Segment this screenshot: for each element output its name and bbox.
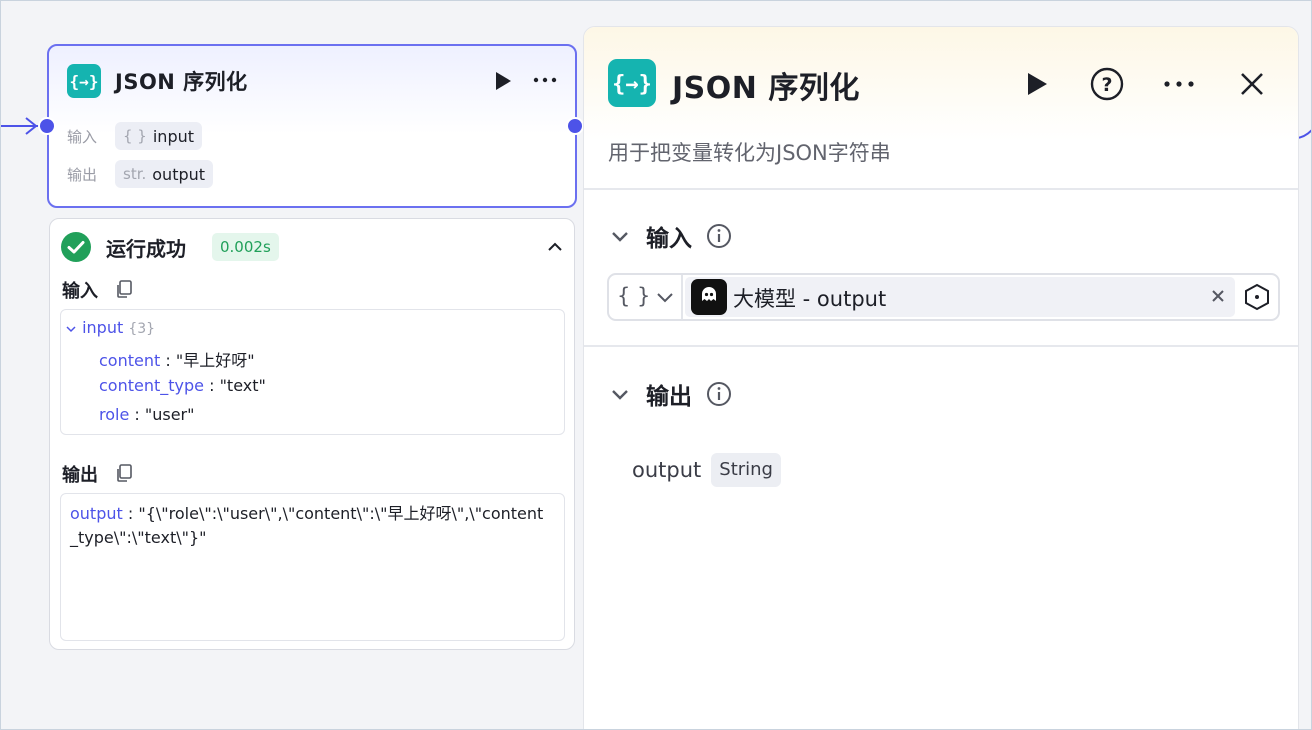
input-variable-field[interactable]: { } 大模型 - output (607, 273, 1280, 321)
run-node-icon[interactable] (493, 70, 513, 92)
output-section-header[interactable]: 输出 (608, 377, 732, 411)
json-field-key: content_type (99, 376, 204, 395)
object-type-icon: { } (123, 127, 147, 145)
output-key: output (70, 504, 123, 523)
copy-output-icon[interactable] (114, 463, 134, 483)
string-type-icon: str. (123, 165, 147, 183)
more-options-icon[interactable] (531, 68, 559, 92)
node-output-row: 输出 str. output (67, 160, 214, 188)
output-param-tag: str. output (115, 160, 214, 188)
json-root-count: {3} (128, 321, 156, 337)
json-field-key: content (99, 351, 161, 370)
input-section-header[interactable]: 输入 (608, 219, 732, 253)
panel-description: 用于把变量转化为JSON字符串 (608, 141, 891, 165)
llm-bot-icon (691, 279, 727, 315)
svg-text:{→}: {→} (70, 72, 99, 91)
variable-picker-icon[interactable] (1243, 283, 1271, 311)
chevron-down-icon[interactable] (608, 224, 632, 248)
chevron-down-icon[interactable] (608, 382, 632, 406)
collapse-chevron-icon[interactable] (544, 237, 566, 257)
divider (584, 188, 1298, 190)
node-title: JSON 序列化 (115, 70, 248, 94)
variable-reference[interactable]: 大模型 - output (685, 277, 1235, 317)
input-param-name: input (152, 126, 195, 146)
json-field-key: role (99, 405, 130, 424)
json-serialize-node[interactable]: {→} JSON 序列化 输入 { } input 输出 str. output (47, 44, 577, 208)
panel-more-icon[interactable] (1162, 71, 1196, 97)
help-icon[interactable]: ? (1090, 67, 1124, 101)
output-label: 输出 (67, 165, 98, 184)
run-status: 运行成功 (106, 237, 186, 261)
output-value: "{\"role\":\"user\",\"content\":\"早上好呀\"… (70, 504, 544, 547)
svg-text:?: ? (1101, 74, 1112, 96)
json-field-row: role : "user" (99, 405, 195, 424)
panel-title: JSON 序列化 (672, 71, 860, 106)
json-field-value: "user" (144, 405, 195, 424)
node-input-port[interactable] (38, 117, 56, 135)
output-type-badge: String (711, 453, 781, 487)
clear-icon[interactable] (1211, 289, 1225, 303)
json-node-icon: {→} (67, 64, 101, 98)
output-param-name: output (152, 164, 206, 184)
success-check-icon (61, 232, 91, 262)
svg-text:{→}: {→} (612, 72, 652, 97)
run-output-label: 输出 (62, 465, 98, 486)
output-variable-name: output (632, 458, 702, 482)
info-icon[interactable] (706, 223, 732, 249)
panel-run-icon[interactable] (1024, 71, 1050, 97)
node-config-panel: {→} JSON 序列化 ? 用于把变量转化为JSON字符串 输入 {} 大模… (583, 26, 1299, 730)
output-variable-row: output String (632, 453, 781, 487)
node-output-port[interactable] (566, 117, 584, 135)
run-output-json: output : "{\"role\":\"user\",\"content\"… (60, 493, 565, 641)
json-field-value: "text" (219, 376, 266, 395)
json-root-line[interactable]: input {3} (65, 318, 155, 337)
json-field-row: content_type : "text" (99, 376, 266, 395)
node-input-row: 输入 { } input (67, 122, 203, 150)
variable-type-select[interactable]: { } (609, 275, 683, 319)
workflow-canvas[interactable]: {→} JSON 序列化 输入 { } input 输出 str. output (0, 0, 1312, 730)
info-icon[interactable] (706, 381, 732, 407)
copy-input-icon[interactable] (114, 279, 134, 299)
variable-reference-text: 大模型 - output (733, 287, 887, 311)
run-result-panel: 运行成功 0.002s 输入 input {3} content : "早上好呀… (49, 218, 575, 650)
json-field-row: content : "早上好呀" (99, 351, 255, 370)
chevron-down-icon[interactable] (655, 287, 675, 307)
divider (584, 345, 1298, 347)
run-input-label: 输入 (62, 281, 98, 302)
output-section-title: 输出 (646, 384, 692, 410)
input-label: 输入 (67, 127, 98, 146)
json-field-value: "早上好呀" (175, 351, 255, 370)
close-icon[interactable] (1238, 70, 1266, 98)
panel-json-icon: {→} (608, 59, 656, 107)
output-value-text: output : "{\"role\":\"user\",\"content\"… (70, 504, 544, 547)
object-type-icon: { } (617, 284, 651, 308)
input-param-tag: { } input (115, 122, 203, 150)
run-duration-badge: 0.002s (212, 233, 279, 261)
input-section-title: 输入 (646, 226, 692, 252)
expand-chevron-icon[interactable] (65, 323, 77, 335)
edge-arrow-icon (25, 117, 38, 135)
json-root-key: input (82, 318, 124, 337)
run-input-json: input {3} content : "早上好呀" content_type … (60, 309, 565, 435)
